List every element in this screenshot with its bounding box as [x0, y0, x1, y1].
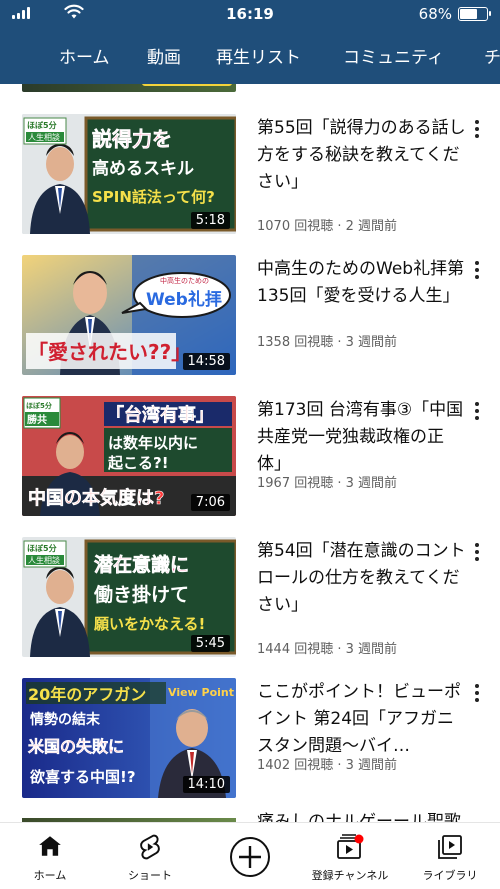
video-duration: 14:58	[182, 353, 230, 370]
nav-home[interactable]: ホーム	[0, 823, 100, 889]
nav-label: ショート	[128, 869, 172, 882]
thumb-text: 説得力を	[92, 127, 172, 151]
video-title[interactable]: ここがポイント！ビューポイント 第24回「アフガニスタン問題〜バイ…	[257, 679, 469, 760]
more-options-icon[interactable]	[472, 684, 482, 704]
battery-icon	[458, 7, 491, 21]
channel-tab-bar: ホーム 動画 再生リスト コミュニティ チ	[0, 28, 500, 84]
thumb-text: 起こる?!	[107, 454, 169, 472]
thumb-text: 働き掛けて	[93, 583, 189, 606]
video-duration: 5:18	[190, 212, 230, 229]
video-meta: 1402 回視聴 · 3 週間前	[257, 758, 398, 773]
tab-channels[interactable]: チ	[484, 43, 500, 68]
create-plus-icon	[230, 837, 270, 877]
video-title[interactable]: 第173回 台湾有事③「中国共産党一党独裁政権の正体」	[257, 397, 469, 478]
thumb-badge-text: 人生相談	[28, 555, 60, 565]
thumb-text: 欲喜する中国!?	[29, 768, 136, 786]
nav-label: ホーム	[33, 869, 67, 882]
shorts-icon	[140, 834, 160, 860]
more-options-icon[interactable]	[472, 120, 482, 140]
thumb-text: 「愛されたい??」	[28, 340, 191, 364]
video-thumbnail[interactable]: 中高生のための Web礼拝 「愛されたい??」 14:58	[22, 255, 236, 375]
status-bar: 16:19 68%	[0, 0, 500, 28]
more-options-icon[interactable]	[472, 543, 482, 563]
video-thumbnail[interactable]: View Point 20年のアフガン 情勢の結末 米国の失敗に 欲喜する中国!…	[22, 678, 236, 798]
library-icon	[438, 835, 462, 859]
thumb-text: 「台湾有事」	[106, 404, 214, 426]
thumb-text: 情勢の結末	[30, 711, 101, 728]
thumb-text: 潜在意識に	[94, 553, 189, 576]
tab-playlists[interactable]: 再生リスト	[216, 43, 301, 68]
video-duration: 5:45	[190, 635, 230, 652]
thumb-text: 米国の失敗に	[28, 737, 124, 756]
video-meta: 1070 回視聴 · 2 週間前	[257, 219, 398, 234]
tab-home[interactable]: ホーム	[59, 43, 110, 68]
thumb-text: 20年のアフガン	[28, 685, 146, 704]
nav-create[interactable]	[200, 823, 300, 889]
thumb-badge-text: 人生相談	[28, 132, 60, 142]
video-item[interactable]: View Point 20年のアフガン 情勢の結末 米国の失敗に 欲喜する中国!…	[0, 678, 500, 820]
nav-library[interactable]: ライブラリ	[400, 823, 500, 889]
video-item[interactable]: ほぼ5分 勝共 「台湾有事」 は数年以内に 起こる?! 中国の本気度は? 7:0…	[0, 396, 500, 538]
thumb-text: 高めるスキル	[92, 158, 194, 179]
video-duration: 14:10	[182, 776, 230, 793]
nav-subscriptions[interactable]: 登録チャンネル	[300, 823, 400, 889]
thumb-badge-text: ほぼ5分	[26, 401, 52, 410]
home-icon	[39, 836, 61, 856]
more-options-icon[interactable]	[472, 261, 482, 281]
thumb-text: 願いをかなえる!	[94, 615, 205, 633]
video-thumbnail[interactable]: ほぼ5分 人生相談 説得力を 高めるスキル SPIN話法って何? 5:18	[22, 114, 236, 234]
thumb-text: は数年以内に	[108, 434, 198, 452]
thumb-badge-text: ほぼ5分	[27, 120, 57, 130]
thumb-text: 中高生のための	[160, 276, 209, 285]
video-title[interactable]: 中高生のためのWeb礼拝第135回「愛を受ける人生」	[257, 256, 469, 310]
video-feed: ほぼ5分 人生相談 説得力を 高めるスキル SPIN話法って何? 5:18 第5…	[0, 84, 500, 822]
partial-thumbnail[interactable]	[22, 84, 236, 92]
video-item[interactable]: ほぼ5分 人生相談 説得力を 高めるスキル SPIN話法って何? 5:18 第5…	[0, 114, 500, 256]
thumb-badge-text: ほぼ5分	[27, 543, 57, 553]
video-meta: 1358 回視聴 · 3 週間前	[257, 335, 398, 350]
thumb-text: View Point	[168, 686, 234, 699]
partial-video-title[interactable]: 痛みしのナルゲーール聖歌	[257, 807, 461, 822]
video-title[interactable]: 第54回「潜在意識のコントロールの仕方を教えてください」	[257, 538, 469, 619]
tab-community[interactable]: コミュニティ	[343, 43, 444, 68]
video-thumbnail[interactable]: ほぼ5分 勝共 「台湾有事」 は数年以内に 起こる?! 中国の本気度は? 7:0…	[22, 396, 236, 516]
nav-label: ライブラリ	[422, 869, 478, 882]
battery-percent: 68%	[418, 5, 452, 23]
thumb-badge-text: 勝共	[27, 413, 47, 426]
bottom-nav: ホーム ショート 登録チャンネル ライブラリ	[0, 822, 500, 889]
video-thumbnail[interactable]: ほぼ5分 人生相談 潜在意識に 働き掛けて 願いをかなえる! 5:45	[22, 537, 236, 657]
thumb-text: Web礼拝	[146, 289, 222, 310]
video-item[interactable]: ほぼ5分 人生相談 潜在意識に 働き掛けて 願いをかなえる! 5:45 第54回…	[0, 537, 500, 679]
thumb-text: SPIN話法って何?	[92, 188, 215, 206]
subscriptions-icon	[337, 834, 364, 859]
nav-label: 登録チャンネル	[311, 869, 389, 882]
video-meta: 1444 回視聴 · 3 週間前	[257, 642, 398, 657]
nav-shorts[interactable]: ショート	[100, 823, 200, 889]
tab-videos[interactable]: 動画	[147, 43, 181, 68]
video-item[interactable]: 中高生のための Web礼拝 「愛されたい??」 14:58 中高生のためのWeb…	[0, 255, 500, 397]
video-title[interactable]: 第55回「説得力のある話し方をする秘訣を教えてください」	[257, 115, 469, 196]
video-duration: 7:06	[190, 494, 230, 511]
video-meta: 1967 回視聴 · 3 週間前	[257, 476, 398, 491]
thumb-text: 中国の本気度は?	[28, 487, 164, 509]
more-options-icon[interactable]	[472, 402, 482, 422]
